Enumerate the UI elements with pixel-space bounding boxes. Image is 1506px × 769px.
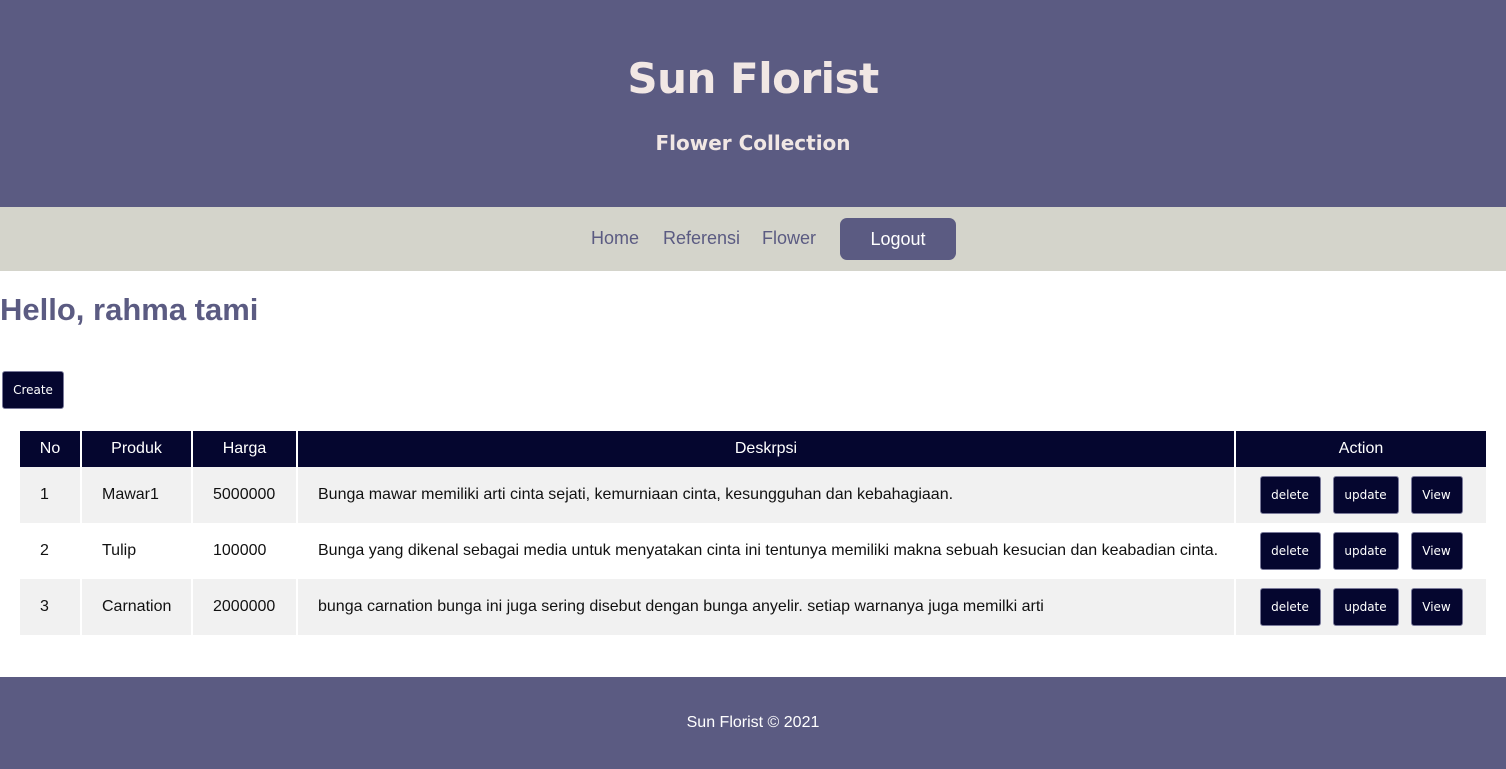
site-footer: Sun Florist © 2021 [0,677,1506,769]
nav-flower-link[interactable]: Flower [762,228,816,249]
cell-no: 3 [20,579,82,635]
cell-deskripsi: Bunga mawar memiliki arti cinta sejati, … [298,467,1236,523]
footer-text: Sun Florist © 2021 [686,714,820,731]
table-row: 2 Tulip 100000 Bunga yang dikenal sebaga… [20,523,1486,579]
nav-home-link[interactable]: Home [591,228,639,249]
update-button[interactable]: update [1332,532,1399,570]
view-button[interactable]: View [1410,476,1463,514]
cell-no: 2 [20,523,82,579]
logout-button[interactable]: Logout [840,218,956,260]
table-row: 3 Carnation 2000000 bunga carnation bung… [20,579,1486,635]
cell-action: delete update View [1236,467,1486,523]
create-button[interactable]: Create [2,371,64,409]
cell-harga: 2000000 [193,579,298,635]
site-header: Sun Florist Flower Collection [0,0,1506,207]
cell-produk: Tulip [82,523,193,579]
column-header-produk: Produk [82,431,193,467]
navbar: Home Referensi Flower Logout [0,207,1506,271]
delete-button[interactable]: delete [1259,588,1321,626]
table-row: 1 Mawar1 5000000 Bunga mawar memiliki ar… [20,467,1486,523]
table-header-row: No Produk Harga Deskrpsi Action [20,431,1486,467]
cell-action: delete update View [1236,523,1486,579]
cell-deskripsi: bunga carnation bunga ini juga sering di… [298,579,1236,635]
flower-table: No Produk Harga Deskrpsi Action 1 Mawar1… [20,431,1486,635]
nav-referensi-link[interactable]: Referensi [663,228,740,249]
delete-button[interactable]: delete [1259,532,1321,570]
cell-produk: Mawar1 [82,467,193,523]
site-title: Sun Florist [627,54,879,103]
update-button[interactable]: update [1332,476,1399,514]
cell-no: 1 [20,467,82,523]
cell-action: delete update View [1236,579,1486,635]
cell-deskripsi: Bunga yang dikenal sebagai media untuk m… [298,523,1236,579]
view-button[interactable]: View [1410,532,1463,570]
delete-button[interactable]: delete [1259,476,1321,514]
cell-produk: Carnation [82,579,193,635]
site-subtitle: Flower Collection [655,131,851,155]
update-button[interactable]: update [1332,588,1399,626]
column-header-action: Action [1236,431,1486,467]
column-header-no: No [20,431,82,467]
view-button[interactable]: View [1410,588,1463,626]
column-header-deskripsi: Deskrpsi [298,431,1236,467]
cell-harga: 5000000 [193,467,298,523]
greeting-heading: Hello, rahma tami [0,292,259,327]
column-header-harga: Harga [193,431,298,467]
cell-harga: 100000 [193,523,298,579]
